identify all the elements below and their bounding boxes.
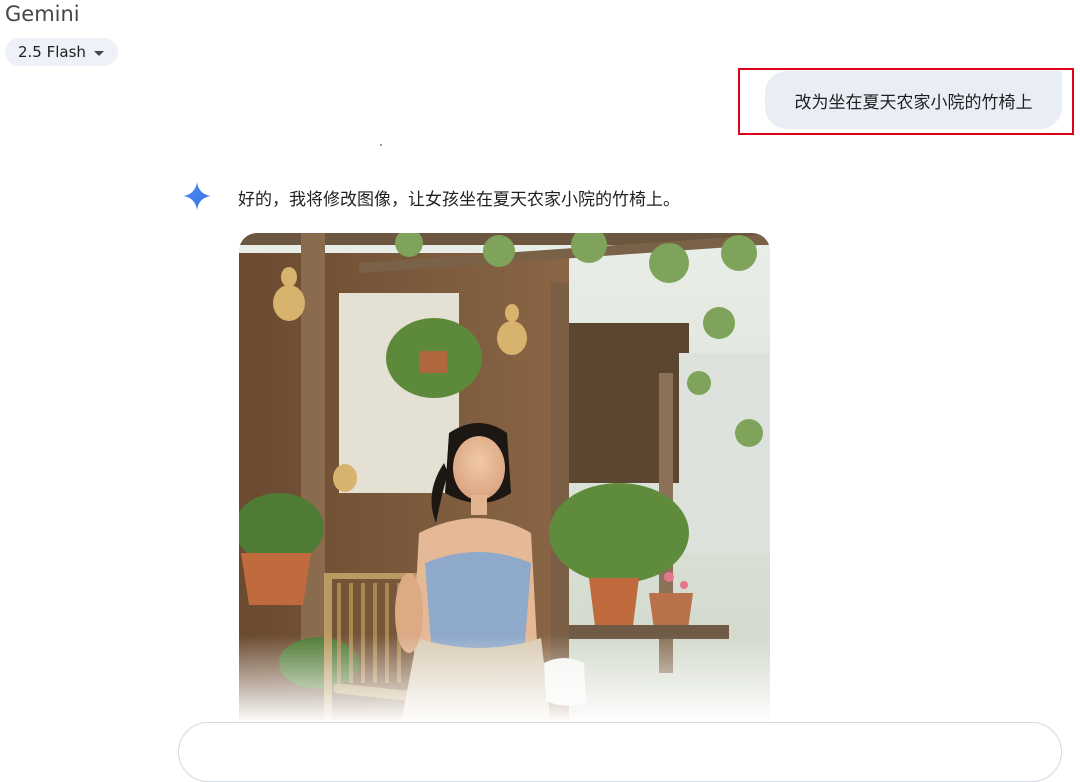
assistant-message-text: 好的，我将修改图像，让女孩坐在夏天农家小院的竹椅上。 <box>238 190 680 210</box>
generated-image[interactable] <box>239 233 770 723</box>
generated-image-illustration <box>239 233 770 723</box>
model-selector-label: 2.5 Flash <box>18 43 86 61</box>
model-selector[interactable]: 2.5 Flash <box>5 38 118 66</box>
app-title: Gemini <box>5 2 80 26</box>
gemini-spark-icon <box>183 182 211 210</box>
user-message-text: 改为坐在夏天农家小院的竹椅上 <box>794 92 1033 113</box>
stray-dot <box>380 144 382 146</box>
prompt-input-box[interactable] <box>178 722 1062 782</box>
chevron-down-icon <box>93 50 104 56</box>
user-message-bubble: 改为坐在夏天农家小院的竹椅上 <box>765 71 1062 129</box>
